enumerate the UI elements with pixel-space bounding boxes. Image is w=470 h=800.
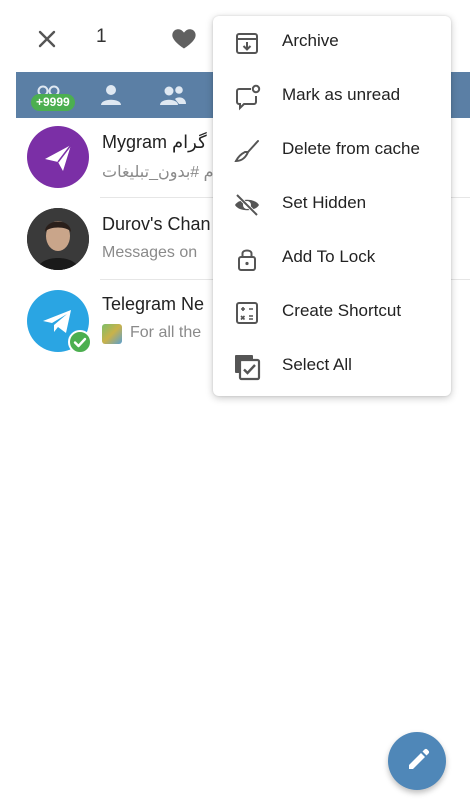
group-icon[interactable] <box>158 80 188 110</box>
archive-icon <box>233 29 261 57</box>
menu-item-label: Archive <box>282 31 339 50</box>
menu-item-select-all[interactable]: Select All <box>213 340 451 394</box>
eye-off-icon <box>233 191 261 219</box>
menu-item-add-lock[interactable]: Add To Lock <box>213 232 451 286</box>
chat-subtitle: م #بدون_تبلیغات <box>102 164 214 181</box>
menu-item-create-shortcut[interactable]: Create Shortcut <box>213 286 451 340</box>
menu-item-label: Set Hidden <box>282 193 367 212</box>
context-menu: Archive Mark as unread Delete from cache… <box>213 16 451 396</box>
avatar <box>27 126 89 188</box>
unread-badge: +9999 <box>31 94 75 111</box>
chat-subtitle: Messages on <box>102 244 198 261</box>
menu-item-delete-cache[interactable]: Delete from cache <box>213 124 451 178</box>
chat-title: Telegram Ne <box>102 294 205 314</box>
menu-item-label: Select All <box>282 355 352 374</box>
avatar <box>27 208 89 270</box>
menu-item-archive[interactable]: Archive <box>213 16 451 70</box>
selection-count: 1 <box>96 26 107 47</box>
user-icon[interactable] <box>96 80 126 110</box>
unread-icon <box>233 83 261 111</box>
image-thumbnail <box>102 324 122 344</box>
chat-subtitle: For all the <box>130 324 202 341</box>
menu-item-label: Mark as unread <box>282 85 401 104</box>
send-icon <box>45 144 72 171</box>
close-icon[interactable] <box>34 26 60 52</box>
broom-icon <box>233 137 261 165</box>
check-icon <box>68 330 92 354</box>
compose-button[interactable] <box>388 732 446 790</box>
select-all-icon <box>233 353 261 381</box>
heart-icon[interactable] <box>170 24 198 52</box>
pencil-icon <box>409 748 430 769</box>
menu-item-set-hidden[interactable]: Set Hidden <box>213 178 451 232</box>
calculator-icon <box>233 299 261 327</box>
menu-item-mark-unread[interactable]: Mark as unread <box>213 70 451 124</box>
menu-item-label: Add To Lock <box>282 247 376 266</box>
chat-title: Mygram گرام <box>102 132 207 152</box>
lock-icon <box>233 245 261 273</box>
menu-item-label: Delete from cache <box>282 139 420 158</box>
menu-item-label: Create Shortcut <box>282 301 402 320</box>
chat-title: Durov's Chan <box>102 214 211 234</box>
